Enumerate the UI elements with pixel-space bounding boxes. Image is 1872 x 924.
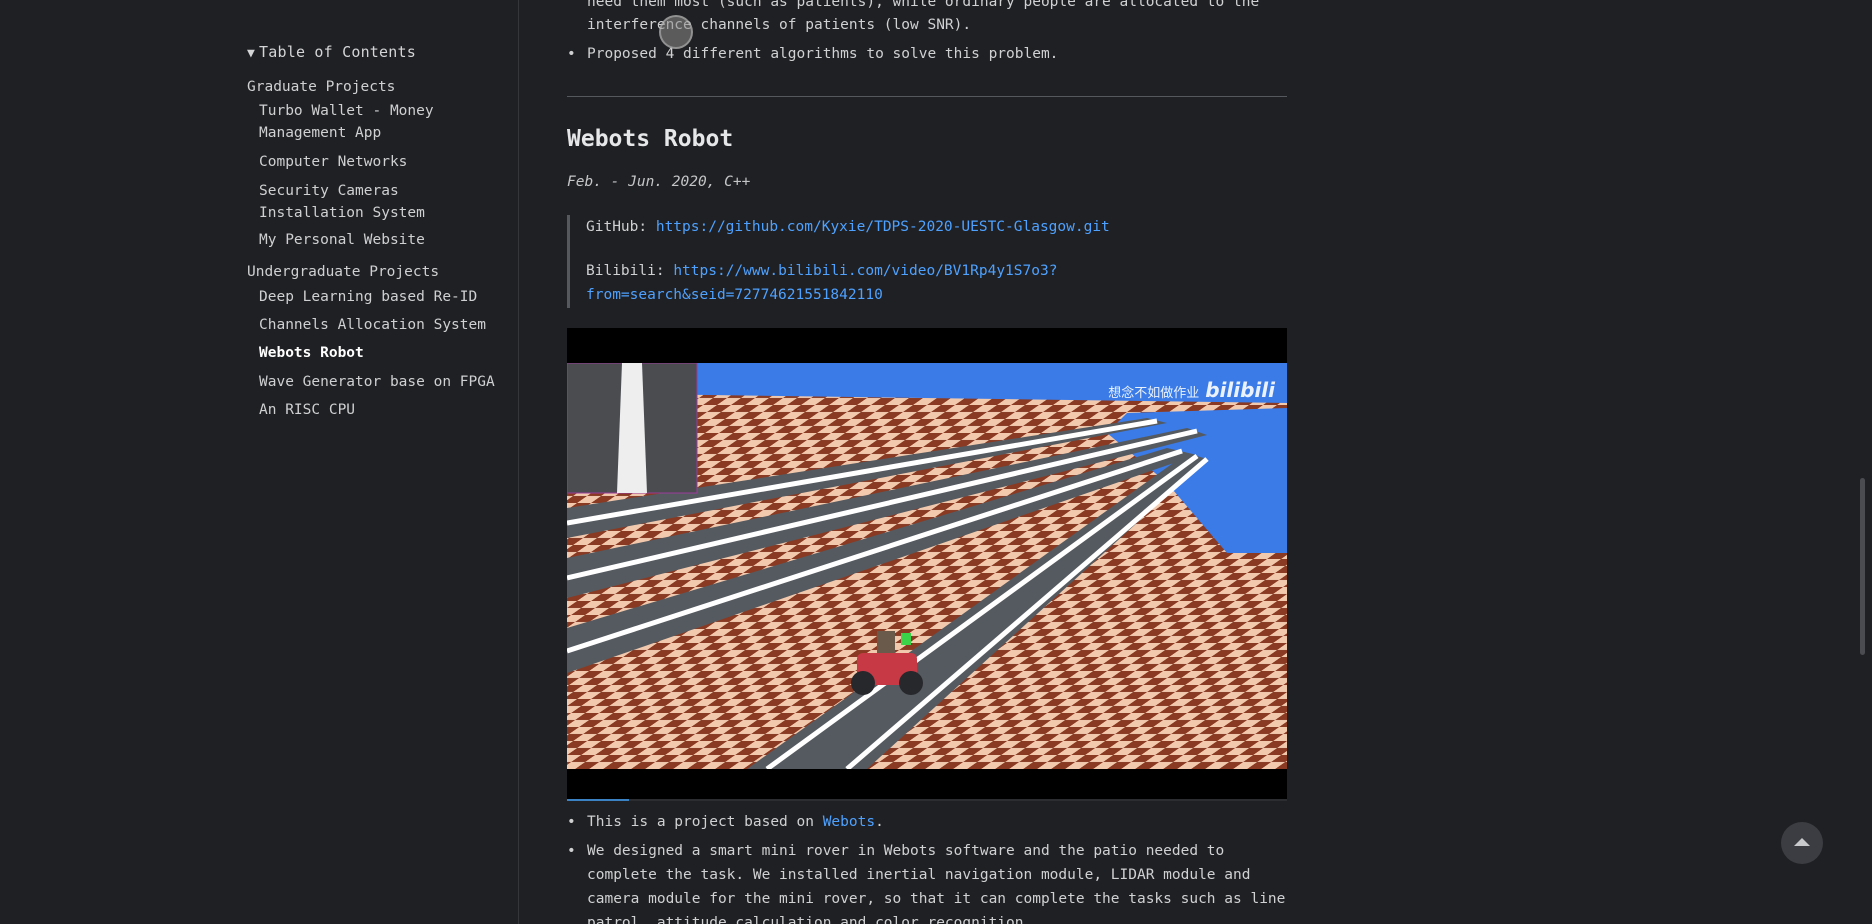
toc-toggle[interactable]: ▼ Table of Contents [247, 43, 416, 61]
previous-section-text-line1: need them most (such as patients), while… [587, 0, 1260, 10]
toc-group-undergraduate[interactable]: Undergraduate Projects [247, 264, 439, 280]
previous-section-text-line2: interference channels of patients (low S… [587, 17, 972, 33]
toc-item-wave-generator[interactable]: Wave Generator base on FPGA [259, 371, 509, 393]
table-of-contents: ▼ Table of Contents Graduate Projects Tur… [0, 0, 519, 924]
links-blockquote: GitHub: https://github.com/Kyxie/TDPS-20… [567, 215, 1290, 308]
github-line: GitHub: https://github.com/Kyxie/TDPS-20… [586, 215, 1110, 239]
bullet1-suffix: . [875, 814, 884, 830]
section-divider [567, 96, 1287, 97]
bilibili-line: Bilibili: https://www.bilibili.com/video… [586, 259, 1057, 283]
section-title: Webots Robot [567, 126, 734, 152]
toc-item-turbo-wallet[interactable]: Turbo Wallet - Money Management App [259, 100, 509, 144]
bullet-webots-based: This is a project based on Webots. [567, 810, 884, 834]
section-meta: Feb. - Jun. 2020, C++ [567, 174, 751, 190]
video-progress-fill [567, 799, 629, 801]
toc-item-computer-networks[interactable]: Computer Networks [259, 151, 509, 173]
toc-item-personal-website[interactable]: My Personal Website [259, 229, 509, 251]
bilibili-link[interactable]: https://www.bilibili.com/video/BV1Rp4y1S… [673, 263, 1057, 279]
bullet2-line3: camera module for the mini rover, so tha… [587, 891, 1286, 907]
bullet2-line4: patrol, attitude calculation and color r… [587, 915, 1033, 924]
bilibili-line-2: from=search&seid=72774621551842110 [586, 283, 883, 307]
bilibili-label: Bilibili: [586, 263, 665, 279]
bilibili-logo: bilibili [1205, 378, 1275, 402]
toc-item-risc-cpu[interactable]: An RISC CPU [259, 399, 509, 421]
toc-item-security-cameras[interactable]: Security Cameras Installation System [259, 180, 509, 224]
toc-group-graduate[interactable]: Graduate Projects [247, 79, 395, 95]
toc-title: Table of Contents [259, 43, 416, 61]
triangle-down-icon: ▼ [247, 46, 256, 61]
mouse-cursor-indicator [659, 15, 693, 49]
github-label: GitHub: [586, 219, 648, 235]
previous-section-bullet: Proposed 4 different algorithms to solve… [567, 42, 1058, 66]
back-to-top-button[interactable] [1781, 822, 1823, 864]
toc-item-webots-robot[interactable]: Webots Robot [259, 342, 509, 364]
video-player[interactable]: 想念不如做作业 bilibili [567, 328, 1287, 801]
video-progress-bar[interactable] [567, 799, 1287, 801]
page-scrollbar[interactable] [1860, 478, 1865, 655]
video-watermark: 想念不如做作业 bilibili [1108, 378, 1275, 402]
bullet1-prefix: This is a project based on [587, 814, 823, 830]
webots-link[interactable]: Webots [823, 814, 875, 830]
bullet2-line2: complete the task. We installed inertial… [587, 867, 1251, 883]
bullet-rover-description: We designed a smart mini rover in Webots… [567, 839, 1225, 863]
page: ▼ Table of Contents Graduate Projects Tur… [0, 0, 1872, 924]
toc-item-channels-allocation[interactable]: Channels Allocation System [259, 314, 509, 336]
watermark-text: 想念不如做作业 [1108, 386, 1200, 401]
github-link[interactable]: https://github.com/Kyxie/TDPS-2020-UESTC… [656, 219, 1110, 235]
video-frame [567, 363, 1287, 769]
bullet2-line1: We designed a smart mini rover in Webots… [587, 843, 1225, 859]
bilibili-link-continued[interactable]: from=search&seid=72774621551842110 [586, 287, 883, 303]
toc-item-reid[interactable]: Deep Learning based Re-ID [259, 286, 509, 308]
